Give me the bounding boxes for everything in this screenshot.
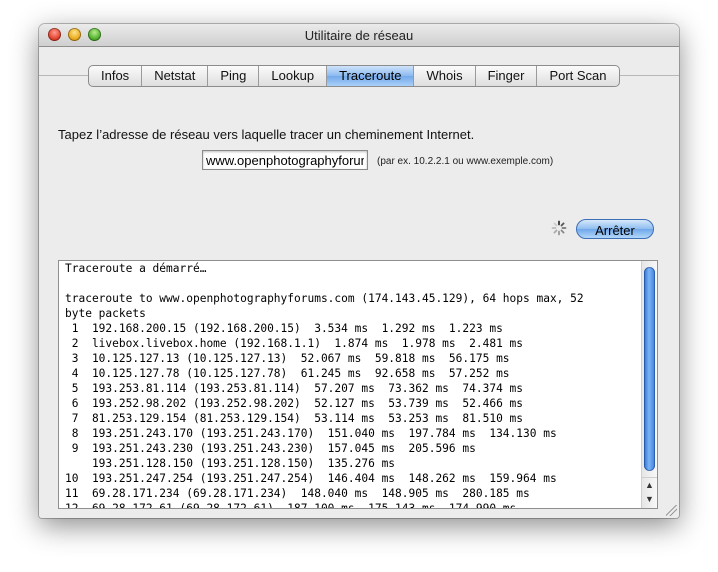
tab-infos[interactable]: Infos [89,66,143,86]
tab-port-scan[interactable]: Port Scan [537,66,618,86]
traceroute-panel: Infos Netstat Ping Lookup Traceroute Who… [39,47,679,518]
network-address-input[interactable] [202,150,368,170]
log-line: 9 193.251.243.230 (193.251.243.230) 157.… [71,442,476,455]
window-title: Utilitaire de réseau [304,28,414,43]
title-bar[interactable]: Utilitaire de réseau [39,24,679,47]
resize-grip-icon[interactable] [666,505,677,516]
log-line: 6 193.252.98.202 (193.252.98.202) 52.127… [71,397,524,410]
traceroute-prompt: Tapez l’adresse de réseau vers laquelle … [58,127,475,142]
tab-whois[interactable]: Whois [414,66,476,86]
log-line: 5 193.253.81.114 (193.253.81.114) 57.207… [71,382,524,395]
log-line: 12 69.28.172.61 (69.28.172.61) 187.100 m… [65,502,517,509]
traceroute-log-text: Traceroute a démarré… traceroute to www.… [65,261,637,509]
log-line: Traceroute a démarré… [65,262,207,275]
log-line: 8 193.251.243.170 (193.251.243.170) 151.… [71,427,557,440]
network-utility-window: Utilitaire de réseau Infos Netstat Ping … [39,24,679,518]
tab-netstat[interactable]: Netstat [142,66,209,86]
log-line: 10 193.251.247.254 (193.251.247.254) 146… [65,472,557,485]
traceroute-output[interactable]: Traceroute a démarré… traceroute to www.… [58,260,658,509]
log-line: 2 livebox.livebox.home (192.168.1.1) 1.8… [71,337,524,350]
log-line: traceroute to www.openphotographyforums.… [65,292,584,305]
log-line: 11 69.28.171.234 (69.28.171.234) 148.040… [65,487,530,500]
scroll-up-arrow-icon[interactable]: ▲ [642,477,657,492]
tab-finger[interactable]: Finger [476,66,538,86]
log-line: 193.251.128.150 (193.251.128.150) 135.27… [91,457,396,470]
tab-lookup[interactable]: Lookup [259,66,328,86]
stop-button[interactable]: Arrêter [576,219,654,239]
log-line: byte packets [65,307,146,320]
vertical-scrollbar[interactable]: ▲ ▼ [641,261,657,508]
tab-ping[interactable]: Ping [208,66,260,86]
address-example-hint: (par ex. 10.2.2.1 ou www.exemple.com) [377,156,554,167]
log-line: 7 81.253.129.154 (81.253.129.154) 53.114… [71,412,524,425]
log-line: 1 192.168.200.15 (192.168.200.15) 3.534 … [71,322,503,335]
scrollbar-thumb[interactable] [644,267,655,471]
scroll-down-arrow-icon[interactable]: ▼ [642,492,657,506]
tab-traceroute[interactable]: Traceroute [327,66,415,86]
tab-bar: Infos Netstat Ping Lookup Traceroute Who… [88,65,620,87]
log-line: 3 10.125.127.13 (10.125.127.13) 52.067 m… [71,352,510,365]
progress-spinner-icon [551,220,567,236]
log-line: 4 10.125.127.78 (10.125.127.78) 61.245 m… [71,367,510,380]
